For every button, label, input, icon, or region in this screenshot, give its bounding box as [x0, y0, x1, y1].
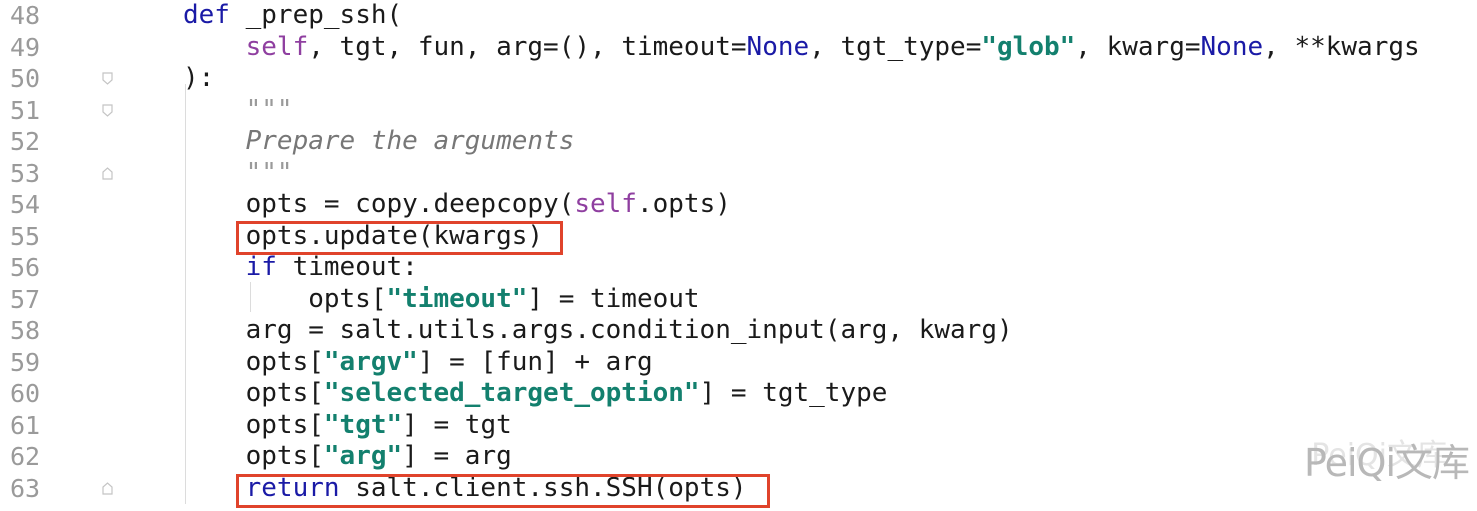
token-plain: opts[	[183, 283, 387, 314]
line-number: 52	[10, 127, 41, 156]
token-plain: , tgt, fun, arg=(), timeout=	[308, 31, 747, 62]
indent-guide-nested	[250, 282, 251, 312]
fold-end-icon[interactable]	[101, 166, 114, 180]
code-line[interactable]: 53 """	[0, 158, 1477, 190]
highlight-box-update	[236, 221, 563, 255]
code-text: Prepare the arguments	[183, 126, 575, 158]
code-text: arg = salt.utils.args.condition_input(ar…	[183, 315, 1013, 347]
token-plain: , **kwargs	[1263, 31, 1420, 62]
token-docq: """	[245, 157, 293, 188]
line-number: 53	[10, 158, 41, 188]
line-number: 57	[10, 284, 41, 314]
code-text: opts["selected_target_option"] = tgt_typ…	[183, 378, 888, 410]
token-plain: opts[	[183, 409, 324, 440]
line-number: 51	[10, 95, 41, 125]
token-str: "glob"	[981, 31, 1076, 62]
watermark: PeiQi文库	[1304, 441, 1470, 485]
token-plain: .opts)	[636, 189, 731, 219]
code-line[interactable]: 61 opts["tgt"] = tgt	[0, 410, 1477, 442]
fold-end-icon[interactable]	[101, 481, 114, 495]
code-line[interactable]: 60 opts["selected_target_option"] = tgt_…	[0, 378, 1477, 410]
token-plain: ] = tgt_type	[699, 378, 888, 408]
token-plain: ] = timeout	[527, 283, 700, 314]
token-plain: , kwarg=	[1075, 31, 1201, 62]
token-plain: opts[	[183, 378, 324, 408]
token-str: "timeout"	[386, 283, 528, 314]
code-line[interactable]: 58 arg = salt.utils.args.condition_input…	[0, 315, 1477, 347]
indent-guide	[185, 84, 186, 504]
highlight-box-return	[236, 474, 770, 508]
code-line[interactable]: 49 self, tgt, fun, arg=(), timeout=None,…	[0, 32, 1477, 64]
token-none: None	[1200, 31, 1264, 62]
token-plain: , tgt_type=	[809, 31, 982, 62]
code-text: opts = copy.deepcopy(self.opts)	[183, 189, 731, 221]
line-number: 58	[10, 316, 41, 345]
code-line[interactable]: 52 Prepare the arguments	[0, 126, 1477, 158]
code-text: """	[183, 158, 293, 190]
token-plain: ] = [fun] + arg	[417, 346, 653, 377]
token-plain: opts[	[183, 346, 324, 377]
code-line[interactable]: 59 opts["argv"] = [fun] + arg	[0, 347, 1477, 379]
code-text: opts["arg"] = arg	[183, 441, 512, 473]
line-number: 56	[10, 253, 41, 282]
line-number: 63	[10, 473, 41, 503]
token-self: self	[574, 189, 637, 219]
line-number: 49	[10, 32, 41, 62]
token-str: "selected_target_option"	[323, 378, 700, 408]
fold-start-icon[interactable]	[101, 103, 114, 117]
code-text: self, tgt, fun, arg=(), timeout=None, tg…	[183, 32, 1420, 64]
code-line[interactable]: 54 opts = copy.deepcopy(self.opts)	[0, 189, 1477, 221]
code-text: def _prep_ssh(	[183, 0, 402, 32]
token-str: "argv"	[323, 346, 418, 377]
token-docq: """	[245, 94, 293, 125]
token-plain: arg = salt.utils.args.condition_input(ar…	[183, 315, 1013, 345]
fold-start-icon[interactable]	[101, 72, 114, 85]
code-text: opts["argv"] = [fun] + arg	[183, 347, 653, 379]
line-number: 59	[10, 347, 41, 377]
code-line[interactable]: 51 """	[0, 95, 1477, 127]
code-line[interactable]: 56 if timeout:	[0, 252, 1477, 284]
token-plain: _prep_ssh(	[229, 0, 403, 30]
token-plain: ] = arg	[402, 441, 512, 471]
token-self: self	[245, 31, 309, 62]
line-number: 55	[10, 221, 41, 251]
code-line[interactable]: 48 def _prep_ssh(	[0, 0, 1477, 32]
token-kw: def	[183, 0, 230, 30]
code-line[interactable]: 57 opts["timeout"] = timeout	[0, 284, 1477, 316]
line-number: 62	[10, 442, 41, 471]
code-line[interactable]: 55 opts.update(kwargs)	[0, 221, 1477, 253]
code-text: opts["tgt"] = tgt	[183, 410, 512, 442]
code-text: opts["timeout"] = timeout	[183, 283, 700, 316]
line-number: 54	[10, 190, 41, 219]
line-number: 61	[10, 410, 41, 440]
token-plain: opts[	[183, 441, 324, 471]
token-kw: if	[245, 252, 277, 282]
token-plain: ):	[183, 63, 215, 93]
token-plain: ] = tgt	[402, 409, 512, 440]
token-plain: timeout:	[276, 252, 418, 282]
code-text: """	[183, 95, 293, 127]
token-str: "tgt"	[323, 409, 403, 440]
code-editor[interactable]: 48 def _prep_ssh(49 self, tgt, fun, arg=(…	[0, 0, 1477, 511]
line-number: 60	[10, 379, 41, 408]
token-doc: Prepare the arguments	[245, 126, 575, 156]
code-text: ):	[183, 63, 214, 95]
token-plain: opts = copy.deepcopy(	[183, 189, 575, 219]
code-line[interactable]: 62 opts["arg"] = arg	[0, 441, 1477, 473]
code-line[interactable]: 50):	[0, 63, 1477, 95]
line-number: 50	[10, 64, 41, 93]
token-str: "arg"	[323, 441, 403, 471]
token-none: None	[746, 31, 810, 62]
code-text: if timeout:	[183, 252, 418, 284]
line-number: 48	[10, 1, 41, 30]
